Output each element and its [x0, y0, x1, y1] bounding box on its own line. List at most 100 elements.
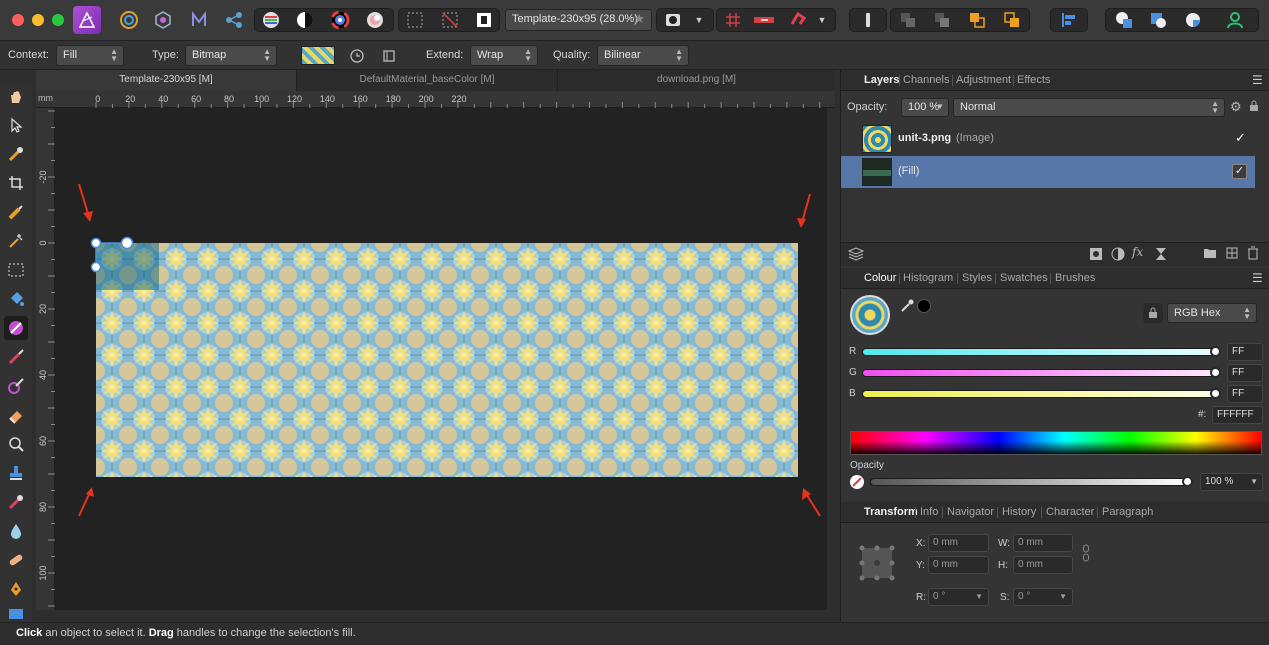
develop-persona-icon[interactable]: [186, 8, 212, 32]
snapping-dropdown-icon[interactable]: ▼: [813, 8, 831, 32]
invert-selection-icon[interactable]: [471, 8, 497, 32]
flood-fill-tool-icon[interactable]: [4, 287, 28, 311]
horizontal-ruler[interactable]: mm 0 20 40 60 80 100 120 140 160 180 200 220: [36, 91, 835, 108]
doc-tab-download[interactable]: download.png [M]: [558, 70, 835, 91]
tab-history[interactable]: History: [1002, 506, 1036, 518]
fx-icon[interactable]: fx: [1132, 245, 1143, 259]
fill-swatch-preview[interactable]: [301, 46, 335, 65]
tab-histogram[interactable]: Histogram: [903, 272, 953, 284]
context-select[interactable]: Fill ▲ ▼: [56, 45, 124, 66]
tab-colour[interactable]: Colour: [864, 272, 896, 284]
layer-row-fill[interactable]: (Fill) ✓: [841, 156, 1255, 188]
clone-stamp-tool-icon[interactable]: [4, 461, 28, 485]
close-window-button[interactable]: [12, 14, 24, 26]
type-select[interactable]: Bitmap ▲ ▼: [185, 45, 277, 66]
auto-colours-icon[interactable]: [327, 8, 353, 32]
red-channel-slider[interactable]: [862, 348, 1218, 356]
doc-tab-defaultmaterial[interactable]: DefaultMaterial_baseColor [M]: [297, 70, 558, 91]
quality-select[interactable]: Bilinear ▲ ▼: [597, 45, 689, 66]
doc-tab-template[interactable]: Template-230x95 [M]: [36, 70, 297, 91]
pen-tool-icon[interactable]: [4, 577, 28, 601]
smudge-tool-icon[interactable]: [4, 490, 28, 514]
selection-brush-tool-icon[interactable]: [4, 200, 28, 224]
tab-info[interactable]: Info: [920, 506, 938, 518]
tab-layers[interactable]: Layers: [864, 74, 899, 86]
colour-opacity-slider[interactable]: [870, 478, 1188, 486]
tab-channels[interactable]: Channels: [903, 74, 949, 86]
liquify-persona-icon[interactable]: [150, 8, 176, 32]
minimize-window-button[interactable]: [32, 14, 44, 26]
snapping-magnet-icon[interactable]: [785, 8, 811, 32]
colour-model-select[interactable]: RGB Hex ▲ ▼: [1167, 303, 1257, 323]
crop-tool-icon[interactable]: [4, 171, 28, 195]
move-to-front-icon[interactable]: [964, 8, 990, 32]
tab-navigator[interactable]: Navigator: [947, 506, 994, 518]
green-slider-knob[interactable]: [1210, 367, 1221, 378]
red-slider-knob[interactable]: [1210, 346, 1221, 357]
tab-brushes[interactable]: Brushes: [1055, 272, 1095, 284]
group-folder-icon[interactable]: [1203, 247, 1217, 262]
vertical-ruler[interactable]: -20 0 20 40 60 80 100: [36, 108, 55, 610]
tab-styles[interactable]: Styles: [962, 272, 992, 284]
current-colour-well[interactable]: [850, 295, 890, 335]
subtract-boolean-icon[interactable]: [1145, 8, 1171, 32]
color-replacement-tool-icon[interactable]: [4, 374, 28, 398]
settings-gear-icon[interactable]: ⚙: [1230, 99, 1242, 115]
live-filter-icon[interactable]: [1154, 247, 1168, 264]
tab-adjustment[interactable]: Adjustment: [956, 74, 1011, 86]
w-field[interactable]: 0 mm: [1013, 534, 1073, 552]
tab-transform[interactable]: Transform: [864, 506, 918, 518]
healing-brush-tool-icon[interactable]: [4, 548, 28, 572]
deselect-icon[interactable]: [437, 8, 463, 32]
flood-select-tool-icon[interactable]: [4, 229, 28, 253]
user-account-icon[interactable]: [1222, 8, 1248, 32]
colour-lock-icon[interactable]: [1143, 303, 1163, 323]
photo-persona-icon[interactable]: [116, 8, 142, 32]
panel-menu-icon[interactable]: ☰: [1252, 271, 1263, 285]
grid-icon[interactable]: [720, 8, 746, 32]
fill-options-icon[interactable]: [376, 44, 402, 68]
document-selector[interactable]: Template-230x95 (28.0%) ★: [505, 9, 652, 31]
blend-mode-select[interactable]: Normal ▲ ▼: [953, 98, 1225, 117]
artboard-pattern-fill[interactable]: [96, 243, 798, 477]
delete-layer-icon[interactable]: [1247, 246, 1259, 263]
x-field[interactable]: 0 mm: [928, 534, 989, 552]
arrange-front-icon[interactable]: [999, 8, 1025, 32]
green-value-field[interactable]: FF: [1227, 364, 1263, 382]
tab-paragraph[interactable]: Paragraph: [1102, 506, 1153, 518]
lock-icon[interactable]: [1249, 100, 1259, 115]
link-icon[interactable]: [1082, 544, 1090, 565]
colour-opacity-field[interactable]: 100 % ▼: [1200, 473, 1263, 491]
zoom-window-button[interactable]: [52, 14, 64, 26]
blur-tool-icon[interactable]: [4, 519, 28, 543]
y-field[interactable]: 0 mm: [928, 556, 989, 574]
eyedropper-icon[interactable]: [900, 299, 914, 316]
layer-visibility-checkbox[interactable]: ✓: [1232, 164, 1247, 179]
h-field[interactable]: 0 mm: [1013, 556, 1073, 574]
rotation-field[interactable]: 0 ° ▼: [928, 588, 989, 606]
green-channel-slider[interactable]: [862, 369, 1218, 377]
fill-handles[interactable]: [85, 232, 145, 277]
tab-effects[interactable]: Effects: [1017, 74, 1050, 86]
anchor-point-selector[interactable]: [859, 545, 895, 581]
tab-swatches[interactable]: Swatches: [1000, 272, 1048, 284]
shear-field[interactable]: 0 ° ▼: [1013, 588, 1073, 606]
move-tool-icon[interactable]: [4, 113, 28, 137]
adjustment-icon[interactable]: [1111, 247, 1125, 264]
affinity-photo-logo[interactable]: [73, 6, 101, 34]
force-pixel-alignment-icon[interactable]: [751, 8, 777, 32]
auto-contrast-icon[interactable]: [292, 8, 318, 32]
hex-value-field[interactable]: FFFFFF: [1212, 406, 1263, 424]
color-picker-tool-icon[interactable]: [4, 142, 28, 166]
erase-tool-icon[interactable]: [4, 403, 28, 427]
auto-levels-icon[interactable]: [258, 8, 284, 32]
select-marquee-icon[interactable]: [402, 8, 428, 32]
add-pixel-layer-icon[interactable]: [1226, 247, 1238, 262]
colour-spectrum[interactable]: [850, 431, 1262, 455]
fill-tool-icon[interactable]: [4, 316, 28, 340]
extend-select[interactable]: Wrap ▲ ▼: [470, 45, 538, 66]
move-to-back-icon[interactable]: [855, 8, 881, 32]
blue-value-field[interactable]: FF: [1227, 385, 1263, 403]
back-one-icon[interactable]: [895, 8, 921, 32]
add-boolean-icon[interactable]: [1111, 8, 1137, 32]
